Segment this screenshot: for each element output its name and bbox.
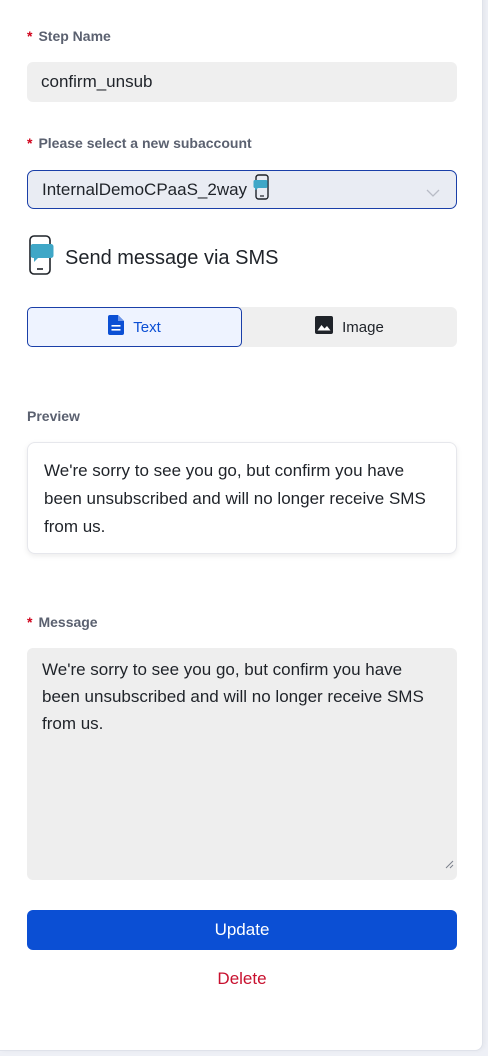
tab-image-label: Image	[342, 318, 384, 336]
preview-text: We're sorry to see you go, but confirm y…	[44, 461, 426, 536]
message-preview: We're sorry to see you go, but confirm y…	[27, 442, 457, 554]
step-name-label: * Step Name	[27, 28, 111, 44]
subaccount-select[interactable]: InternalDemoCPaaS_2way	[27, 170, 457, 209]
subaccount-value: InternalDemoCPaaS_2way	[42, 179, 248, 199]
phone-chat-icon	[27, 235, 55, 281]
delete-button[interactable]: Delete	[27, 966, 457, 992]
message-text: We're sorry to see you go, but confirm y…	[42, 660, 424, 733]
required-marker: *	[27, 614, 33, 630]
message-textarea[interactable]: We're sorry to see you go, but confirm y…	[27, 648, 457, 880]
channel-indicator: Send message via SMS	[27, 235, 279, 281]
tab-text[interactable]: Text	[27, 307, 242, 347]
tab-image[interactable]: Image	[242, 307, 457, 347]
step-name-field[interactable]: confirm_unsub	[27, 62, 457, 102]
required-marker: *	[27, 135, 33, 151]
preview-label: Preview	[27, 408, 80, 424]
channel-label: Send message via SMS	[65, 246, 279, 269]
image-icon	[315, 316, 342, 338]
update-button-label: Update	[214, 920, 270, 939]
message-label: * Message	[27, 614, 98, 630]
required-marker: *	[27, 28, 33, 44]
chevron-down-icon	[426, 183, 440, 203]
delete-button-label: Delete	[217, 969, 267, 988]
document-icon	[108, 315, 133, 339]
resize-handle-icon[interactable]	[445, 850, 454, 877]
phone-chat-icon	[253, 174, 271, 205]
subaccount-label: * Please select a new subaccount	[27, 135, 252, 151]
content-type-tabs: Text Image	[27, 307, 457, 347]
tab-text-label: Text	[133, 318, 161, 336]
step-name-value: confirm_unsub	[41, 72, 153, 91]
update-button[interactable]: Update	[27, 910, 457, 950]
